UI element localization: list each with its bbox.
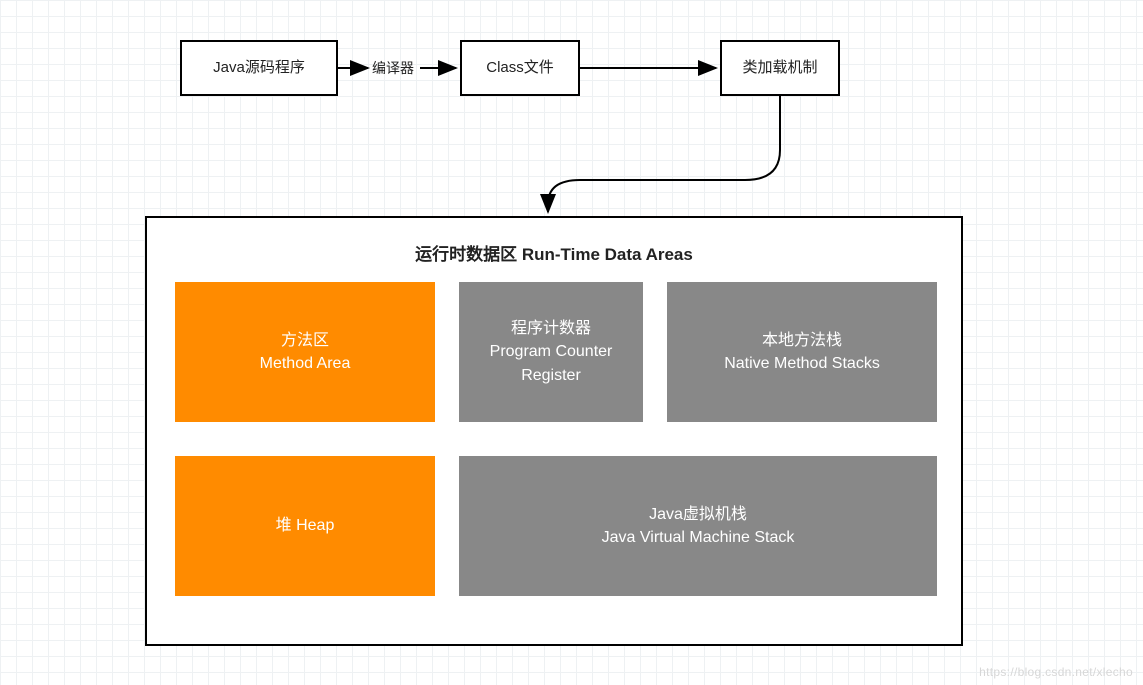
heap-block: 堆 Heap bbox=[175, 456, 435, 596]
pc-register-en2: Register bbox=[521, 364, 581, 387]
pc-register-block: 程序计数器 Program Counter Register bbox=[459, 282, 643, 422]
source-code-box: Java源码程序 bbox=[180, 40, 338, 96]
method-area-en: Method Area bbox=[260, 352, 351, 375]
class-file-box: Class文件 bbox=[460, 40, 580, 96]
jvm-stack-en: Java Virtual Machine Stack bbox=[602, 526, 795, 549]
watermark-text: https://blog.csdn.net/xlecho bbox=[979, 665, 1133, 679]
native-stack-block: 本地方法栈 Native Method Stacks bbox=[667, 282, 937, 422]
pc-register-en1: Program Counter bbox=[490, 340, 613, 363]
pc-register-cn: 程序计数器 bbox=[511, 317, 591, 340]
compiler-edge-label: 编译器 bbox=[372, 58, 414, 78]
class-file-label: Class文件 bbox=[486, 58, 554, 78]
native-stack-cn: 本地方法栈 bbox=[762, 329, 842, 352]
method-area-cn: 方法区 bbox=[281, 329, 329, 352]
class-loader-box: 类加载机制 bbox=[720, 40, 840, 96]
native-stack-en: Native Method Stacks bbox=[724, 352, 880, 375]
heap-label: 堆 Heap bbox=[276, 514, 335, 537]
class-loader-label: 类加载机制 bbox=[742, 58, 817, 78]
runtime-area-container: 运行时数据区 Run-Time Data Areas 方法区 Method Ar… bbox=[145, 216, 963, 646]
method-area-block: 方法区 Method Area bbox=[175, 282, 435, 422]
jvm-stack-block: Java虚拟机栈 Java Virtual Machine Stack bbox=[459, 456, 937, 596]
runtime-area-title: 运行时数据区 Run-Time Data Areas bbox=[147, 240, 961, 265]
jvm-stack-cn: Java虚拟机栈 bbox=[649, 503, 747, 526]
source-code-label: Java源码程序 bbox=[213, 58, 305, 78]
